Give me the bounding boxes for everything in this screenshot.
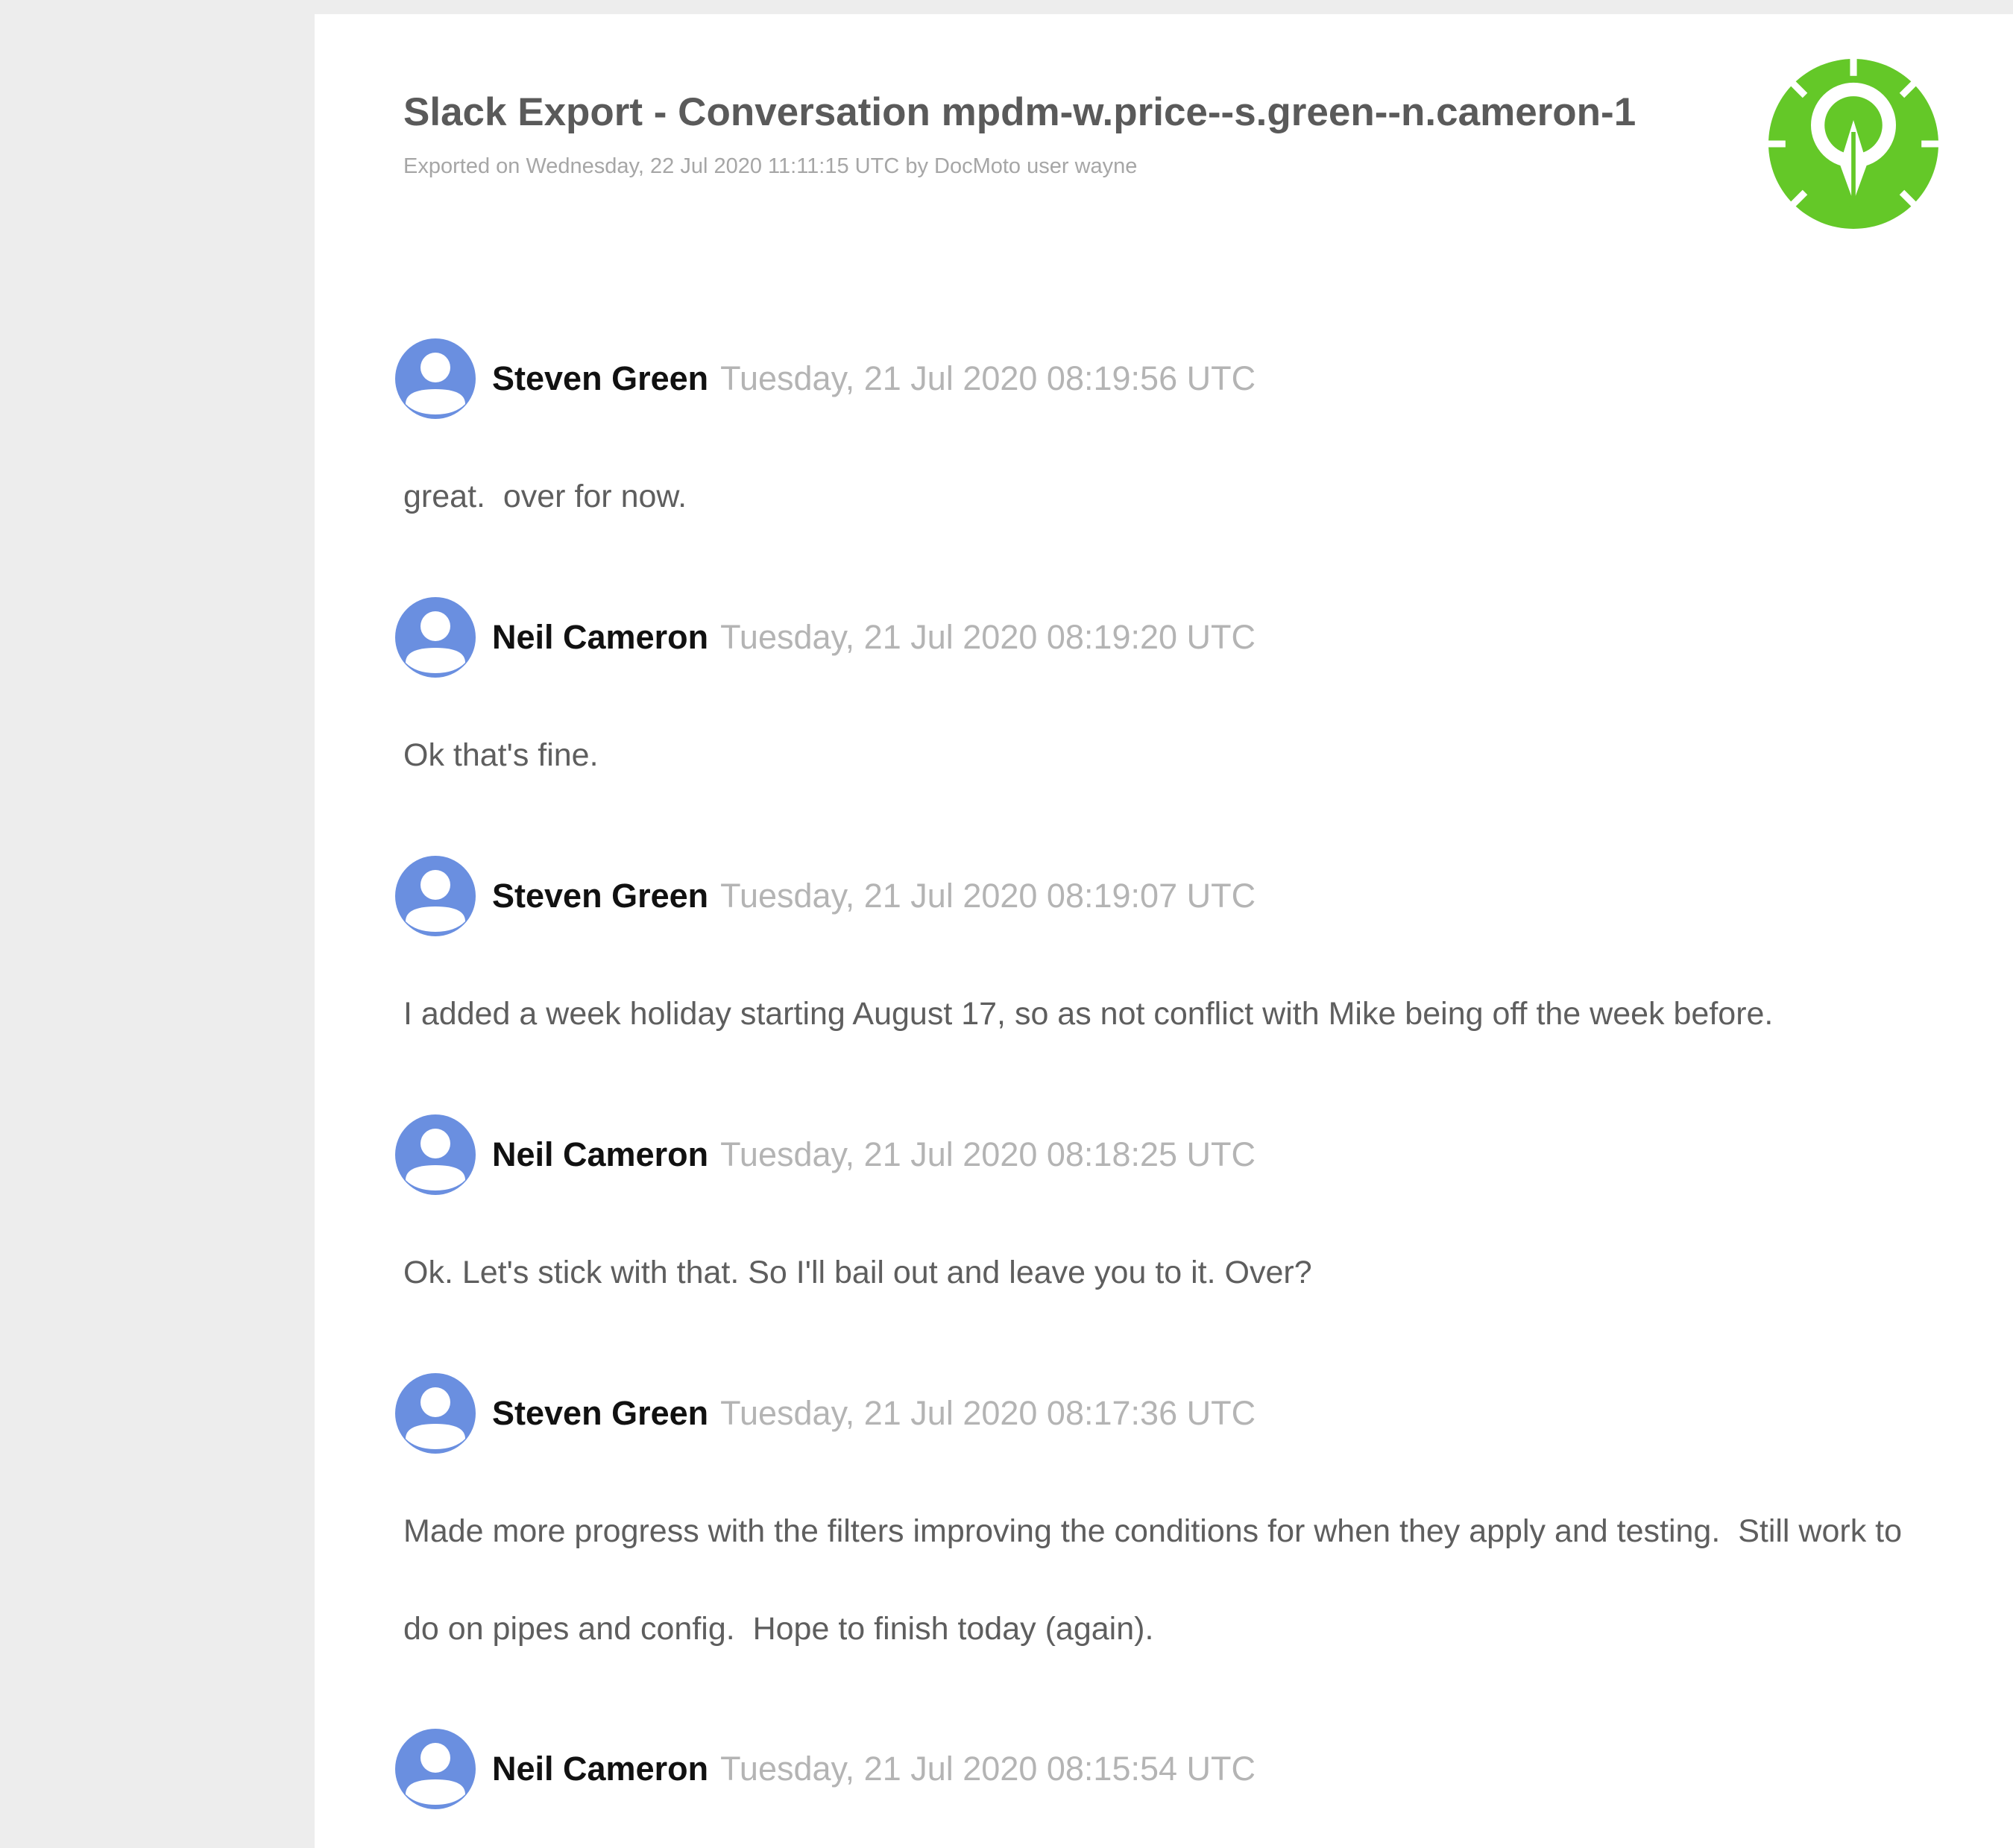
message-header: Neil Cameron Tuesday, 21 Jul 2020 08:15:…	[395, 1729, 1256, 1809]
message-author[interactable]: Neil Cameron	[492, 1135, 708, 1174]
user-avatar-icon	[395, 1373, 476, 1454]
message-header: Neil Cameron Tuesday, 21 Jul 2020 08:18:…	[395, 1114, 1256, 1195]
message-timestamp: Tuesday, 21 Jul 2020 08:19:56 UTC	[720, 359, 1256, 397]
user-avatar-icon	[395, 597, 476, 678]
page-title: Slack Export - Conversation mpdm-w.price…	[403, 90, 1636, 134]
message-timestamp: Tuesday, 21 Jul 2020 08:19:20 UTC	[720, 618, 1256, 656]
message-text: great. over for now.	[403, 479, 687, 514]
docmoto-logo-icon	[1768, 59, 1938, 229]
message-author[interactable]: Neil Cameron	[492, 618, 708, 657]
user-avatar-icon	[395, 338, 476, 419]
message-header: Steven Green Tuesday, 21 Jul 2020 08:17:…	[395, 1373, 1256, 1454]
message-header: Steven Green Tuesday, 21 Jul 2020 08:19:…	[395, 338, 1256, 419]
message-timestamp: Tuesday, 21 Jul 2020 08:17:36 UTC	[720, 1394, 1256, 1432]
user-avatar-icon	[395, 1729, 476, 1809]
message-text: I added a week holiday starting August 1…	[403, 996, 1774, 1032]
message-text: Made more progress with the filters impr…	[403, 1513, 1911, 1647]
export-info: Exported on Wednesday, 22 Jul 2020 11:11…	[403, 154, 1138, 178]
message-header: Neil Cameron Tuesday, 21 Jul 2020 08:19:…	[395, 597, 1256, 678]
user-avatar-icon	[395, 1114, 476, 1195]
message-author[interactable]: Neil Cameron	[492, 1750, 708, 1788]
message-timestamp: Tuesday, 21 Jul 2020 08:18:25 UTC	[720, 1135, 1256, 1173]
message-text: Ok that's fine.	[403, 737, 599, 773]
message-author[interactable]: Steven Green	[492, 1394, 708, 1433]
message-author[interactable]: Steven Green	[492, 359, 708, 398]
user-avatar-icon	[395, 856, 476, 936]
message-timestamp: Tuesday, 21 Jul 2020 08:15:54 UTC	[720, 1750, 1256, 1788]
message-timestamp: Tuesday, 21 Jul 2020 08:19:07 UTC	[720, 877, 1256, 915]
export-page: Slack Export - Conversation mpdm-w.price…	[315, 14, 2013, 1848]
message-text: Ok. Let's stick with that. So I'll bail …	[403, 1255, 1312, 1290]
message-author[interactable]: Steven Green	[492, 877, 708, 915]
message-header: Steven Green Tuesday, 21 Jul 2020 08:19:…	[395, 856, 1256, 936]
